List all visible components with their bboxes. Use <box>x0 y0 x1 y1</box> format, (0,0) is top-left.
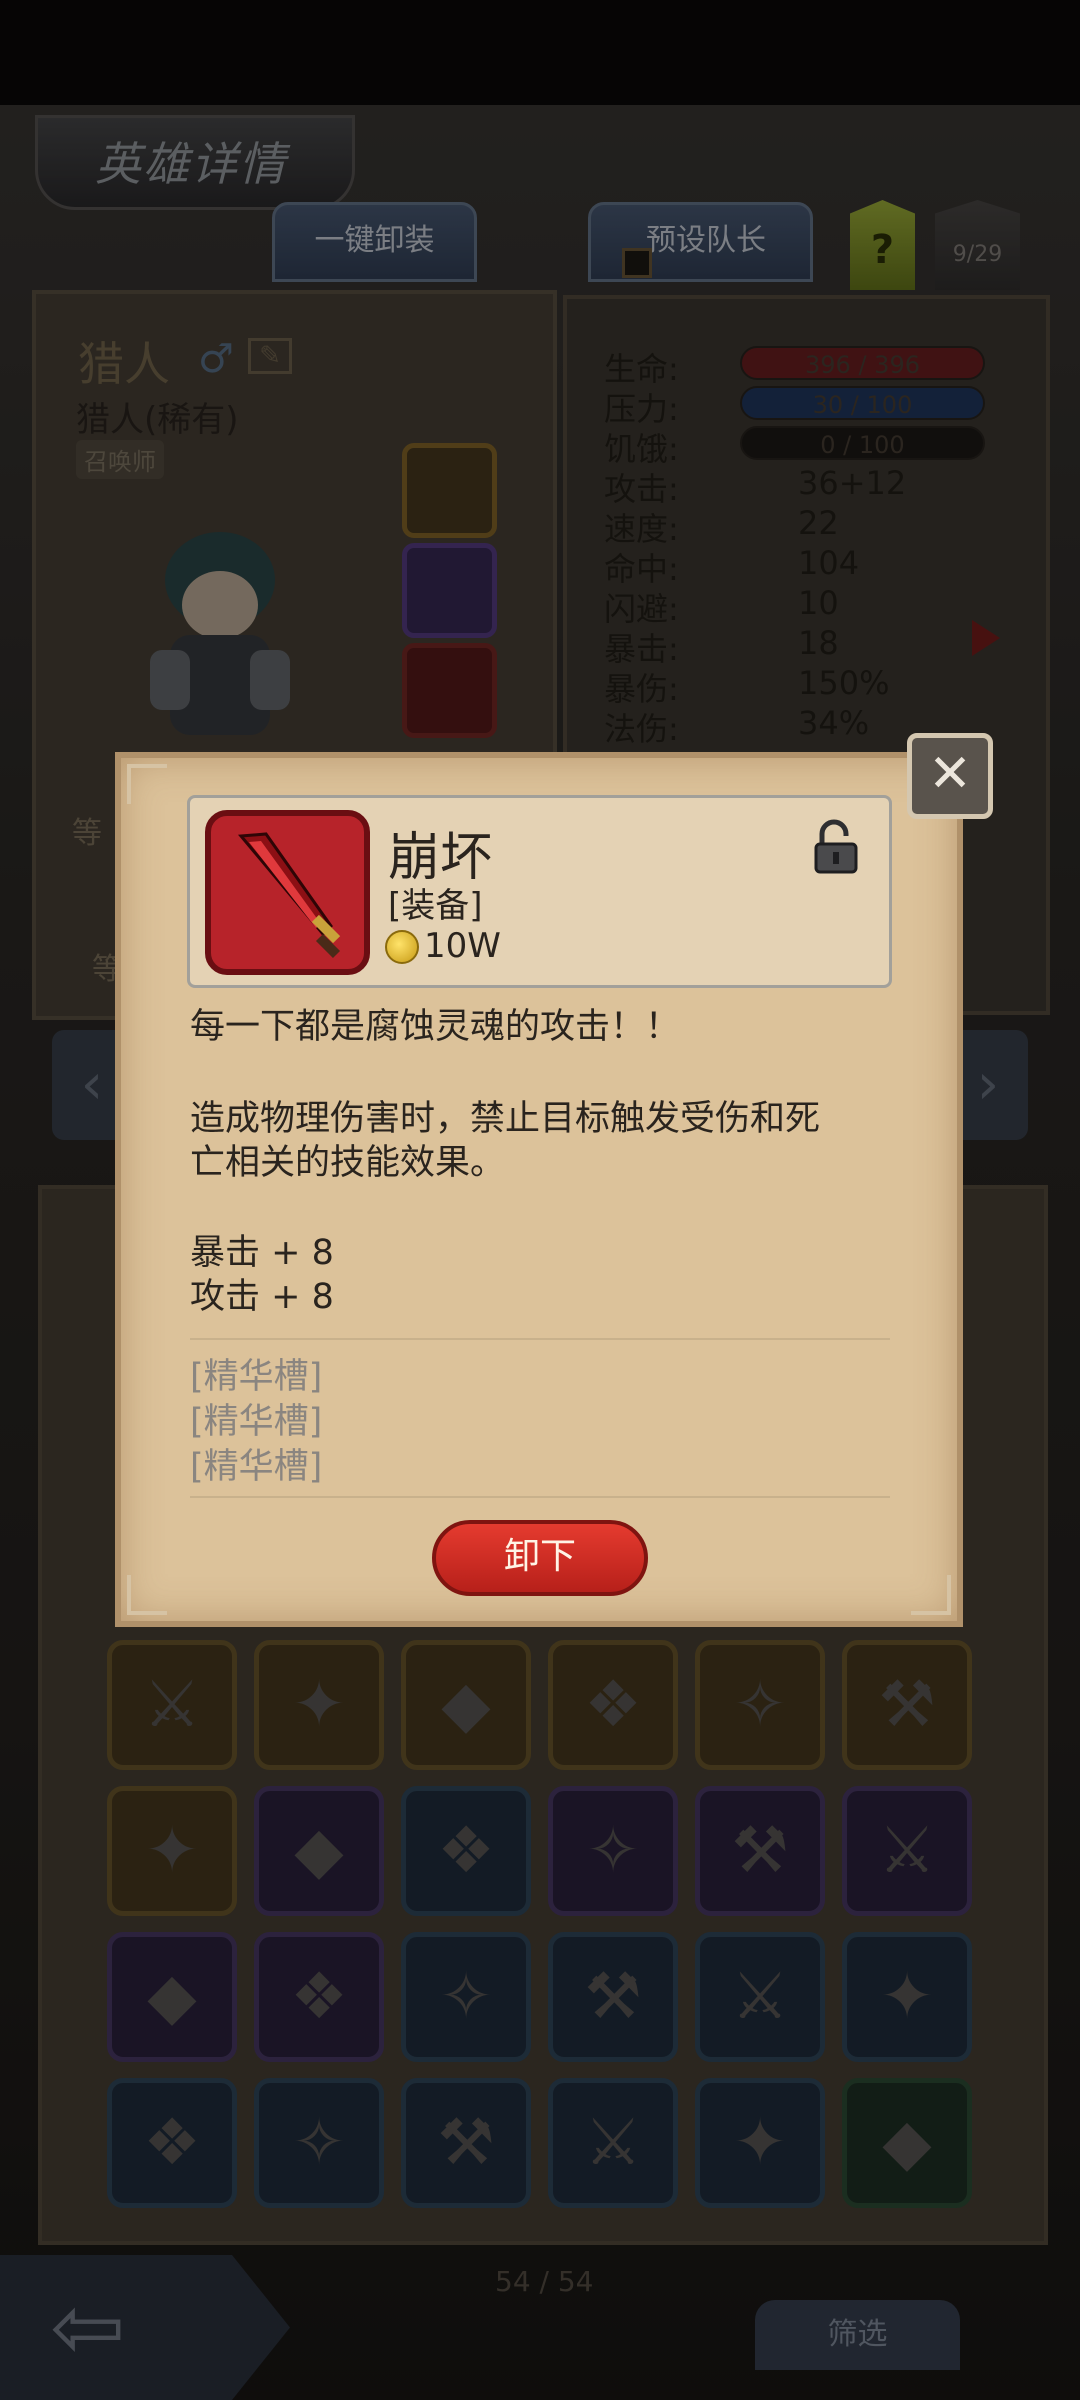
divider <box>190 1496 890 1498</box>
item-bonus-attack: 攻击 + 8 <box>190 1277 334 1317</box>
cursed-sword-icon <box>237 832 341 959</box>
corner-ornament <box>127 1575 167 1615</box>
unlock-icon[interactable] <box>812 818 860 874</box>
item-effect-line-1: 造成物理伤害时，禁止目标触发受伤和死 <box>190 1099 821 1139</box>
item-type: [装备] <box>388 886 483 926</box>
corner-ornament <box>911 1575 951 1615</box>
item-effect-line-2: 亡相关的技能效果。 <box>190 1143 506 1183</box>
gold-coin-icon <box>385 930 419 964</box>
essence-socket: [精华槽] <box>190 1447 323 1487</box>
essence-socket: [精华槽] <box>190 1357 323 1397</box>
item-flavor-text: 每一下都是腐蚀灵魂的攻击！！ <box>190 1007 681 1047</box>
item-bonus-crit: 暴击 + 8 <box>190 1233 334 1273</box>
essence-socket: [精华槽] <box>190 1402 323 1442</box>
corner-ornament <box>127 764 167 804</box>
item-icon-frame <box>205 810 370 975</box>
divider <box>190 1338 890 1340</box>
unequip-button[interactable]: 卸下 <box>432 1520 648 1596</box>
close-crossed-swords-icon[interactable]: ✕ <box>907 733 993 819</box>
item-price: 10W <box>424 926 501 966</box>
